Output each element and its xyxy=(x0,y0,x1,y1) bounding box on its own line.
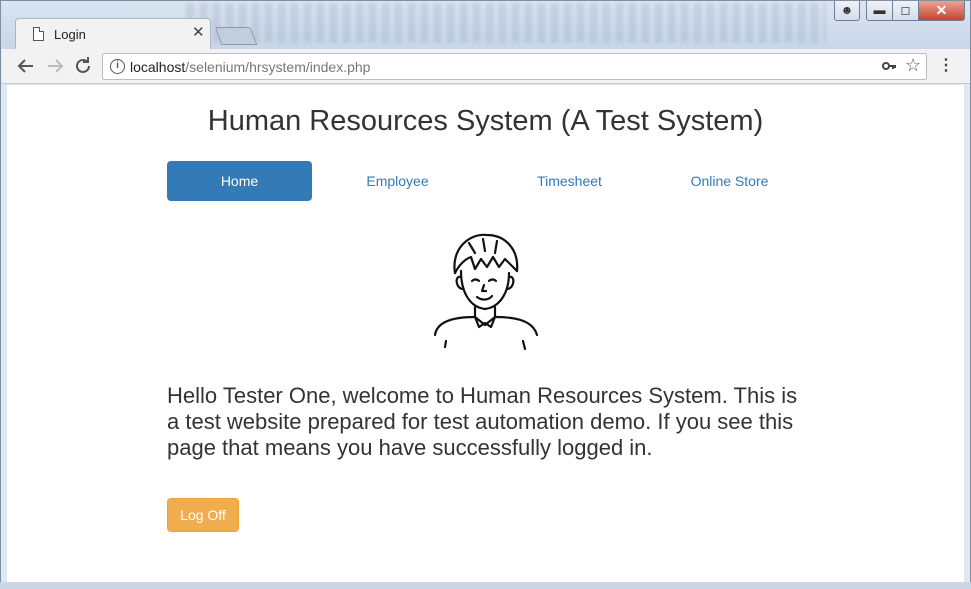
close-window-button[interactable]: ✕ xyxy=(918,1,965,21)
address-bar[interactable]: i localhost/selenium/hrsystem/index.php … xyxy=(102,53,927,80)
title-bar: Login ✕ ☻ ▬ ◻ ✕ xyxy=(1,1,970,50)
tab-title: Login xyxy=(54,27,86,42)
star-icon[interactable]: ☆ xyxy=(905,55,921,76)
kebab-menu-icon[interactable]: ⋮ xyxy=(938,54,954,78)
arrow-right-icon xyxy=(48,59,64,73)
close-tab-icon[interactable]: ✕ xyxy=(192,24,205,41)
minimize-icon: ▬ xyxy=(873,3,886,17)
browser-toolbar: i localhost/selenium/hrsystem/index.php … xyxy=(2,49,970,84)
log-off-button[interactable]: Log Off xyxy=(167,498,239,532)
minimize-button[interactable]: ▬ xyxy=(866,1,893,21)
forward-button[interactable] xyxy=(43,54,67,78)
nav-online-store[interactable]: Online Store xyxy=(657,161,802,201)
page-content: Human Resources System (A Test System) H… xyxy=(7,85,964,582)
profile-button[interactable]: ☻ xyxy=(834,1,860,21)
url-text[interactable]: localhost/selenium/hrsystem/index.php xyxy=(130,59,370,75)
reload-button[interactable] xyxy=(71,54,95,78)
blurred-background xyxy=(186,3,826,43)
new-tab-button[interactable] xyxy=(214,27,258,45)
url-host: localhost xyxy=(130,59,186,75)
maximize-icon: ◻ xyxy=(900,3,911,17)
user-avatar-illustration xyxy=(433,233,539,351)
user-icon: ☻ xyxy=(840,3,854,17)
document-icon xyxy=(33,27,44,41)
key-icon[interactable] xyxy=(881,58,897,77)
reload-icon xyxy=(76,57,90,73)
window-bottom-edge xyxy=(0,582,971,589)
page-title: Human Resources System (A Test System) xyxy=(207,105,764,137)
browser-tab[interactable]: Login ✕ xyxy=(15,18,211,50)
welcome-message: Hello Tester One, welcome to Human Resou… xyxy=(167,383,798,460)
browser-window: Login ✕ ☻ ▬ ◻ ✕ i localhost/selenium/hrs… xyxy=(0,0,971,589)
close-icon: ✕ xyxy=(935,2,948,18)
back-button[interactable] xyxy=(14,54,38,78)
info-icon[interactable]: i xyxy=(110,59,125,74)
nav-home[interactable]: Home xyxy=(167,161,312,201)
arrow-left-icon xyxy=(17,59,33,73)
url-path: /selenium/hrsystem/index.php xyxy=(185,59,371,75)
nav-employee[interactable]: Employee xyxy=(325,161,470,201)
nav-timesheet[interactable]: Timesheet xyxy=(497,161,642,201)
maximize-button[interactable]: ◻ xyxy=(892,1,919,21)
